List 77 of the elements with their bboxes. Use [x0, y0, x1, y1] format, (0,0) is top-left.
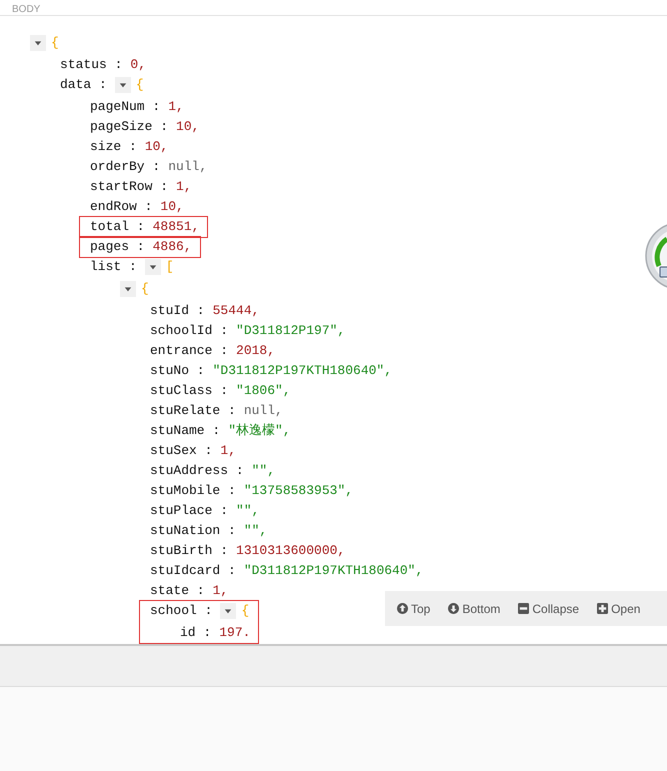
json-value: null,: [244, 402, 283, 420]
json-key: stuAddress :: [150, 461, 244, 481]
json-key: list :: [90, 257, 137, 277]
json-key: state :: [150, 581, 205, 601]
caret-icon: [148, 263, 157, 271]
json-key: startRow :: [90, 177, 168, 197]
json-key: stuClass :: [150, 381, 228, 401]
json-key: stuMobile :: [150, 481, 236, 501]
json-value: 10,: [160, 198, 184, 216]
caret-icon: [224, 607, 232, 615]
toolbar-button[interactable]: Open: [597, 602, 640, 616]
json-key: id :: [180, 623, 212, 643]
json-key: endRow :: [90, 197, 152, 217]
json-key: pages :: [90, 237, 145, 257]
bracket: {: [51, 34, 59, 52]
json-value: "",: [236, 502, 260, 520]
json-value: "",: [244, 522, 268, 540]
collapse-toggle[interactable]: [114, 77, 131, 93]
json-key: stuSex :: [150, 441, 212, 461]
json-key: pageSize :: [90, 117, 168, 137]
bracket: {: [136, 76, 144, 94]
json-key: stuId :: [150, 301, 205, 321]
bracket: [: [166, 258, 174, 276]
json-value: "D311812P197KTH180640",: [212, 362, 392, 380]
json-key: stuRelate :: [150, 401, 236, 421]
json-key: school :: [150, 601, 212, 621]
json-value: 48851,: [152, 218, 200, 236]
json-value: "D311812P197KTH180640",: [244, 562, 424, 580]
json-value: 197.: [219, 624, 250, 642]
toolbar-button[interactable]: Top: [397, 602, 430, 616]
json-key: stuBirth :: [150, 541, 228, 561]
bracket: {: [241, 602, 250, 620]
json-value: 1,: [212, 582, 228, 600]
plus-icon: [597, 603, 608, 614]
json-value: "1806",: [236, 382, 291, 400]
json-value: "13758583953",: [244, 482, 354, 500]
arrow-down-icon: [448, 603, 460, 614]
caret-icon: [118, 81, 127, 89]
json-value: 0,: [130, 56, 146, 74]
json-value: 1310313600000,: [236, 542, 346, 560]
collapse-toggle[interactable]: [144, 259, 161, 275]
collapse-toggle[interactable]: [220, 603, 236, 619]
minus-icon: [518, 603, 530, 614]
json-value: 1,: [168, 98, 184, 116]
json-value: 10,: [144, 138, 168, 156]
json-value: 2018,: [236, 342, 276, 360]
caret-icon: [124, 285, 132, 293]
json-key: pageNum :: [90, 97, 160, 117]
bracket: {: [141, 280, 149, 298]
json-key: entrance :: [150, 341, 228, 361]
collapse-toggle[interactable]: [30, 35, 46, 51]
arrow-up-icon: [397, 603, 408, 614]
json-value: 1,: [220, 442, 236, 460]
json-value: null,: [168, 158, 208, 176]
json-value: "",: [252, 462, 276, 480]
section-title: BODY: [12, 4, 40, 15]
json-key: orderBy :: [90, 157, 160, 177]
json-key: data :: [60, 75, 107, 95]
json-key: stuNation :: [150, 521, 236, 541]
collapse-toggle[interactable]: [120, 281, 136, 297]
json-value: "D311812P197",: [236, 322, 346, 340]
toolbar-button[interactable]: Bottom: [448, 602, 500, 616]
json-key: stuName :: [150, 421, 220, 441]
json-value: 55444,: [212, 302, 260, 320]
json-value: 4886,: [152, 238, 192, 256]
json-key: stuPlace :: [150, 501, 228, 521]
json-value: 1,: [176, 178, 192, 196]
json-key: status :: [60, 55, 122, 75]
caret-icon: [34, 39, 42, 47]
json-key: schoolId :: [150, 321, 228, 341]
json-key: stuNo :: [150, 361, 205, 381]
toolbar-button[interactable]: Collapse: [518, 602, 580, 616]
json-key: stuIdcard :: [150, 561, 236, 581]
json-value: 10,: [176, 118, 200, 136]
json-key: total :: [90, 217, 145, 237]
json-value: "林逸檬",: [228, 422, 291, 440]
json-key: size :: [90, 137, 137, 157]
